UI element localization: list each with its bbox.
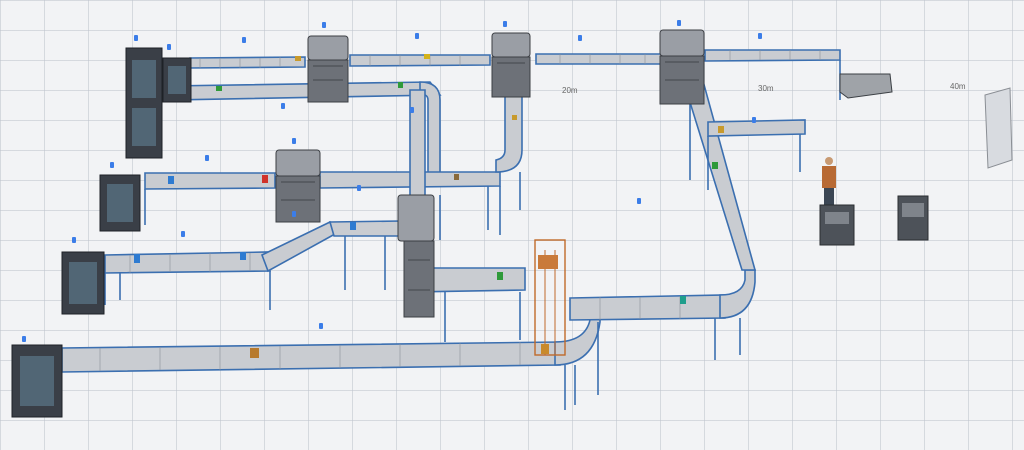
package-icon [541, 344, 549, 354]
machine-5[interactable] [397, 194, 435, 318]
package-icon [134, 254, 140, 263]
status-label[interactable] [181, 231, 185, 237]
status-label[interactable] [758, 33, 762, 39]
machine-2[interactable] [491, 32, 531, 98]
status-label[interactable] [242, 37, 246, 43]
status-label[interactable] [578, 35, 582, 41]
status-label[interactable] [677, 20, 681, 26]
status-label[interactable] [322, 22, 326, 28]
factory-scene[interactable] [0, 0, 1024, 450]
status-label[interactable] [292, 211, 296, 217]
conveyor-right-loop[interactable] [569, 69, 806, 321]
status-label[interactable] [319, 323, 323, 329]
package-icon [712, 162, 718, 169]
status-label[interactable] [134, 35, 138, 41]
status-label[interactable] [22, 336, 26, 342]
machine-4[interactable] [275, 149, 321, 223]
machine-3[interactable] [659, 29, 705, 105]
package-icon [240, 252, 246, 260]
operator[interactable] [822, 157, 836, 208]
status-label[interactable] [205, 155, 209, 161]
cabinet-4[interactable] [61, 251, 105, 315]
distance-marker-20m: 20m [562, 86, 578, 95]
distance-marker-30m: 30m [758, 84, 774, 93]
package-icon [216, 86, 222, 91]
status-label[interactable] [292, 138, 296, 144]
status-label[interactable] [167, 44, 171, 50]
simulation-viewport[interactable]: 20m 30m 40m [0, 0, 1024, 450]
cart-1[interactable] [819, 204, 855, 246]
package-icon [295, 56, 301, 61]
storage-rack[interactable] [984, 87, 1013, 169]
status-label[interactable] [110, 162, 114, 168]
distance-marker-40m: 40m [950, 82, 966, 91]
status-label[interactable] [752, 117, 756, 123]
cabinet-top-left[interactable] [125, 47, 163, 159]
cabinet-2[interactable] [162, 57, 192, 103]
package-icon [497, 272, 503, 280]
package-icon [454, 174, 459, 180]
status-label[interactable] [415, 33, 419, 39]
cart-2[interactable] [897, 195, 929, 241]
status-label[interactable] [637, 198, 641, 204]
status-label[interactable] [281, 103, 285, 109]
package-icon [398, 82, 403, 88]
status-label[interactable] [357, 185, 361, 191]
package-icon [424, 54, 430, 59]
vertical-lift[interactable] [534, 239, 566, 356]
package-icon [680, 296, 686, 304]
package-icon [250, 348, 259, 358]
status-label[interactable] [72, 237, 76, 243]
status-label[interactable] [503, 21, 507, 27]
status-label[interactable] [410, 107, 414, 113]
sink-pad[interactable] [839, 73, 893, 99]
cabinet-5[interactable] [11, 344, 63, 418]
cabinet-3[interactable] [99, 174, 141, 232]
machine-1[interactable] [307, 35, 349, 103]
package-icon [168, 176, 174, 184]
package-icon [512, 115, 517, 120]
package-icon [262, 175, 268, 183]
package-icon [718, 126, 724, 133]
package-icon [350, 222, 356, 230]
